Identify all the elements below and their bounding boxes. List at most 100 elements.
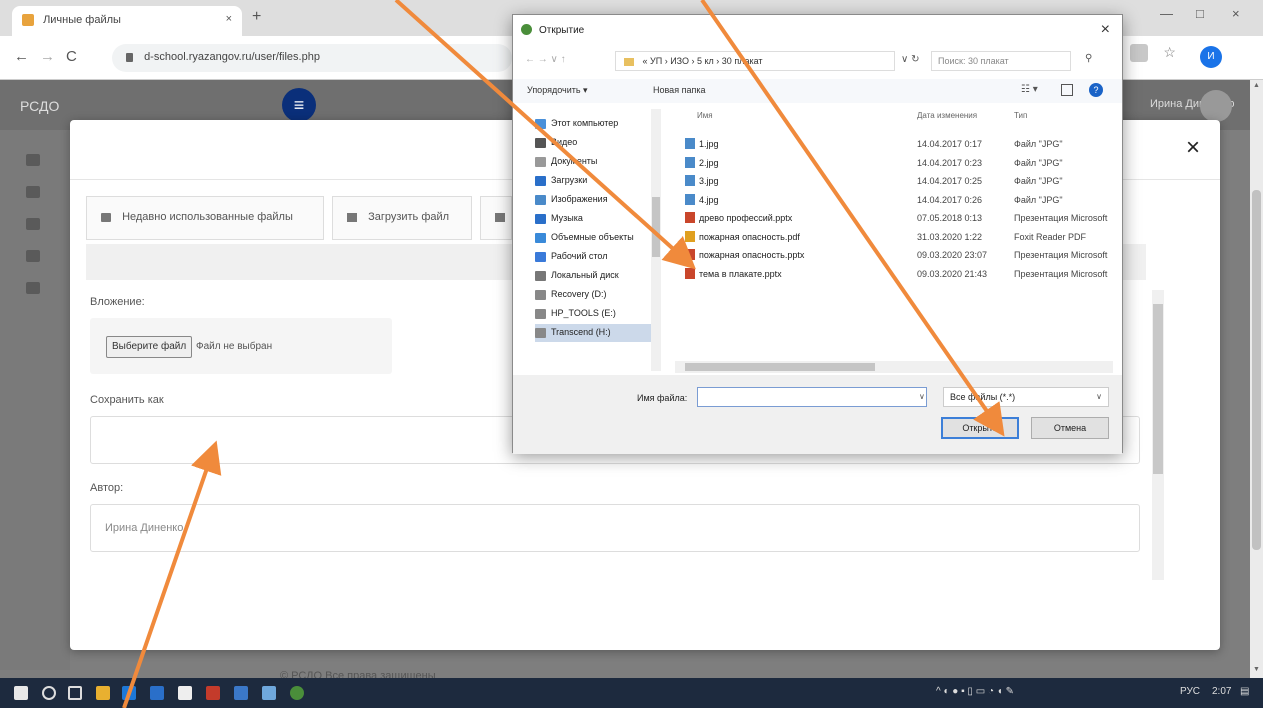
tree-item[interactable]: Transcend (H:)	[535, 324, 653, 342]
profile-avatar[interactable]: И	[1200, 46, 1222, 68]
tree-item[interactable]: Локальный диск	[535, 267, 653, 285]
window-close-button[interactable]: ×	[1232, 6, 1240, 21]
store-icon[interactable]	[150, 686, 164, 700]
tree-item[interactable]: Объемные объекты	[535, 229, 653, 247]
file-row[interactable]: 2.jpg 14.04.2017 0:23 Файл "JPG"	[685, 154, 1115, 172]
refresh-icon[interactable]: ∨ ↻	[901, 54, 919, 65]
file-list-hscroll[interactable]	[675, 361, 1113, 373]
file-row[interactable]: пожарная опасность.pdf 31.03.2020 1:22 Fox…	[685, 228, 1115, 246]
dialog-nav-arrows-icon[interactable]: ← → ∨ ↑	[525, 54, 566, 65]
author-field[interactable]	[90, 504, 1140, 552]
mail-icon[interactable]	[206, 686, 220, 700]
start-icon[interactable]	[14, 686, 28, 700]
expand-icon[interactable]	[26, 282, 40, 294]
tree-item[interactable]: HP_TOOLS (E:)	[535, 305, 653, 323]
scroll-up-icon[interactable]: ▲	[1253, 82, 1260, 89]
open-button[interactable]: Открыть	[941, 417, 1019, 439]
word-icon[interactable]	[234, 686, 248, 700]
help-icon[interactable]: ?	[1089, 83, 1103, 97]
filename-dropdown-icon[interactable]: ∨	[919, 392, 925, 401]
hscroll-thumb[interactable]	[685, 363, 875, 371]
files-icon[interactable]	[26, 250, 40, 262]
organize-menu[interactable]: Упорядочить ▾	[527, 85, 588, 96]
file-row[interactable]: 4.jpg 14.04.2017 0:26 Файл "JPG"	[685, 191, 1115, 209]
search-taskbar-icon[interactable]	[42, 686, 56, 700]
new-tab-button[interactable]: +	[252, 8, 261, 26]
author-input[interactable]	[91, 505, 1139, 551]
file-name: тема в плакате.pptx	[699, 268, 782, 279]
tab-title: Личные файлы	[43, 14, 121, 26]
scroll-down-icon[interactable]: ▼	[1253, 666, 1260, 673]
star-icon[interactable]: ☆	[1163, 44, 1181, 62]
tree-scrollbar[interactable]	[651, 109, 661, 371]
file-explorer-icon[interactable]	[96, 686, 110, 700]
tree-item[interactable]: Рабочий стол	[535, 248, 653, 266]
dialog-search[interactable]: Поиск: 30 плакат	[931, 51, 1071, 71]
column-name[interactable]: Имя	[697, 111, 713, 120]
chrome-taskbar-icon[interactable]	[290, 686, 304, 700]
app-icon[interactable]	[262, 686, 276, 700]
filetype-select[interactable]: Все файлы (*.*) ∨	[943, 387, 1109, 407]
page-scroll-thumb[interactable]	[1252, 190, 1261, 550]
column-type[interactable]: Тип	[1014, 111, 1027, 120]
dialog-path-text: « УП › ИЗО › 5 кл › 30 плакат	[642, 56, 763, 66]
filename-input[interactable]	[697, 387, 927, 407]
file-row[interactable]: древо профессий.pptx 07.05.2018 0:13 Презе…	[685, 209, 1115, 227]
tree-item[interactable]: Изображения	[535, 191, 653, 209]
site-logo[interactable]: РСДО	[20, 98, 59, 114]
dialog-path[interactable]: « УП › ИЗО › 5 кл › 30 плакат	[615, 51, 895, 71]
browser-tab[interactable]: Личные файлы ×	[12, 6, 242, 36]
task-view-icon[interactable]	[68, 686, 82, 700]
view-options-icon[interactable]: ☷ ▾	[1021, 84, 1038, 95]
tree-item[interactable]: Документы	[535, 153, 653, 171]
file-type: Презентация Microsoft	[1014, 213, 1108, 223]
user-avatar[interactable]	[1200, 90, 1232, 122]
nav-menu-button[interactable]: ≡	[282, 88, 316, 122]
preview-pane-icon[interactable]	[1061, 84, 1073, 96]
cancel-button[interactable]: Отмена	[1031, 417, 1109, 439]
tree-scroll-thumb[interactable]	[652, 197, 660, 257]
file-row[interactable]: 3.jpg 14.04.2017 0:25 Файл "JPG"	[685, 172, 1115, 190]
column-date[interactable]: Дата изменения	[917, 111, 977, 120]
dialog-close-button[interactable]: ×	[1101, 21, 1110, 39]
clock[interactable]: 2:07	[1212, 686, 1231, 697]
edge-icon[interactable]	[122, 686, 136, 700]
maximize-button[interactable]: □	[1196, 6, 1204, 21]
address-bar[interactable]: d-school.ryazangov.ru/user/files.php	[112, 44, 512, 72]
next-repository-button[interactable]	[480, 196, 512, 240]
tree-item[interactable]: Этот компьютер	[535, 115, 653, 133]
tree-item-label: Рабочий стол	[551, 251, 608, 261]
choose-file-button[interactable]: Выберите файл	[106, 336, 193, 358]
tree-item[interactable]: Видео	[535, 134, 653, 152]
calendar-icon[interactable]	[26, 218, 40, 230]
minimize-button[interactable]: —	[1160, 6, 1173, 21]
modal-close-button[interactable]: ×	[1186, 134, 1200, 162]
reload-icon[interactable]: C	[66, 48, 77, 65]
upload-file-button[interactable]: Загрузить файл	[332, 196, 472, 240]
forward-icon[interactable]: →	[40, 48, 55, 65]
home-icon[interactable]	[26, 186, 40, 198]
filename-label: Имя файла:	[637, 393, 688, 403]
extension-icon[interactable]	[1130, 44, 1148, 62]
tab-close-icon[interactable]: ×	[226, 13, 232, 25]
back-icon[interactable]: ←	[14, 48, 29, 65]
file-row[interactable]: пожарная опасность.pptx 09.03.2020 23:07 П…	[685, 246, 1115, 264]
tree-item[interactable]: Загрузки	[535, 172, 653, 190]
file-row[interactable]: 1.jpg 14.04.2017 0:17 Файл "JPG"	[685, 135, 1115, 153]
tree-item[interactable]: Музыка	[535, 210, 653, 228]
author-label: Автор:	[90, 482, 124, 494]
dashboard-icon[interactable]	[26, 154, 40, 166]
modal-scroll-thumb[interactable]	[1153, 304, 1163, 474]
new-folder-button[interactable]: Новая папка	[653, 85, 705, 95]
notifications-icon[interactable]: ▤	[1240, 686, 1249, 697]
tray-icons[interactable]: ^ ◐ ● ▪ ▯ ▭ ◔ ◖ ✎	[936, 686, 1014, 697]
recent-files-button[interactable]: Недавно использованные файлы	[86, 196, 324, 240]
language-indicator[interactable]: РУС	[1180, 686, 1200, 697]
upload-file-label: Загрузить файл	[368, 211, 450, 223]
file-row[interactable]: тема в плакате.pptx 09.03.2020 21:43 Презе…	[685, 265, 1115, 283]
page-scrollbar[interactable]: ▲ ▼	[1250, 80, 1263, 678]
bag-icon[interactable]	[178, 686, 192, 700]
tree-item-icon	[535, 138, 546, 148]
modal-scrollbar[interactable]	[1152, 290, 1164, 580]
tree-item[interactable]: Recovery (D:)	[535, 286, 653, 304]
